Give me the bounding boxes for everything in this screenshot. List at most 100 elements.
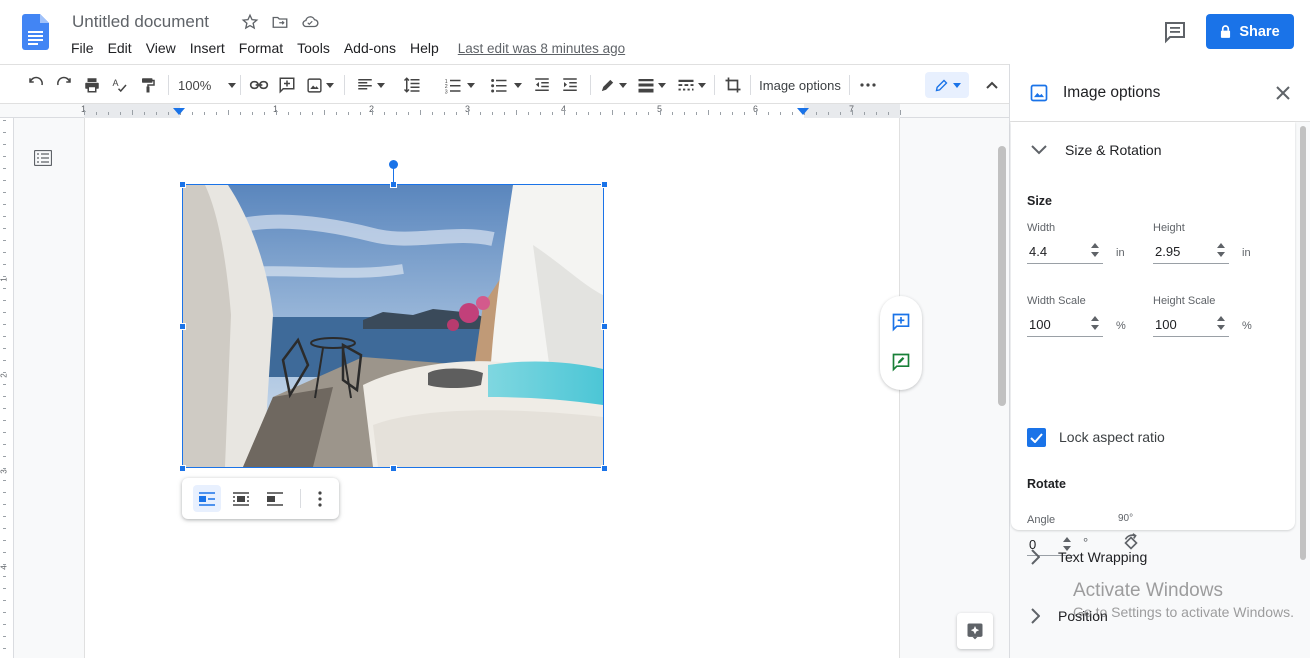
print-button[interactable] [80,73,104,97]
wrap-more-button[interactable] [306,485,334,512]
left-indent-marker[interactable] [173,108,185,115]
resize-handle-bottom-left[interactable] [179,465,186,472]
resize-handle-top-right[interactable] [601,181,608,188]
insert-link-button[interactable] [247,73,271,97]
resize-handle-left[interactable] [179,323,186,330]
ruler-tick [468,110,469,115]
border-weight-button[interactable] [635,73,667,97]
document-title[interactable]: Untitled document [72,12,209,32]
ruler-tick [696,112,697,115]
width-scale-label: Width Scale [1027,295,1086,307]
ruler-tick [540,112,541,115]
resize-handle-right[interactable] [601,323,608,330]
align-select[interactable] [354,73,386,97]
docs-logo-icon[interactable] [22,14,49,50]
vertical-ruler-tick [3,228,6,229]
zoom-select[interactable]: 100% [178,73,236,97]
vertical-ruler-tick [3,624,6,625]
menu-file[interactable]: File [64,38,101,58]
vertical-ruler[interactable]: 1 2 3 4 [0,118,14,658]
width-input[interactable]: 4.4 [1027,240,1103,264]
increase-indent-button[interactable] [558,73,582,97]
menu-addons[interactable]: Add-ons [337,38,403,58]
menu-edit[interactable]: Edit [101,38,139,58]
selected-image[interactable] [179,181,608,472]
add-comment-floating-button[interactable] [890,311,912,333]
right-indent-marker[interactable] [797,108,809,115]
spinner-icon[interactable] [1091,316,1099,330]
spinner-icon[interactable] [1217,243,1225,257]
break-text-button[interactable] [261,485,289,512]
menu-tools[interactable]: Tools [290,38,337,58]
decrease-indent-button[interactable] [530,73,554,97]
height-label: Height [1153,222,1185,234]
vertical-ruler-tick [3,444,6,445]
hide-menus-button[interactable] [982,73,1002,97]
numbered-list-button[interactable]: 123 [440,73,478,97]
move-folder-icon[interactable] [270,12,290,32]
editing-mode-select[interactable] [925,72,969,98]
horizontal-ruler[interactable]: 1 1 2 3 4 5 6 7 [0,104,1009,118]
resize-handle-top-left[interactable] [179,181,186,188]
text-wrapping-toggle[interactable]: Text Wrapping [1030,549,1147,565]
height-scale-input[interactable]: 100 [1153,313,1229,337]
ruler-tick [660,110,661,115]
vertical-ruler-tick [3,480,6,481]
suggest-edits-floating-button[interactable] [890,351,912,373]
svg-text:A: A [113,78,119,88]
text-wrapping-heading: Text Wrapping [1058,549,1148,565]
last-edit-link[interactable]: Last edit was 8 minutes ago [458,41,625,56]
panel-scrollbar[interactable] [1300,126,1306,560]
spellcheck-button[interactable]: A [108,73,132,97]
explore-button[interactable] [957,613,993,649]
dropdown-arrow-icon [657,82,666,88]
floating-comment-actions [880,296,922,390]
undo-button[interactable] [24,73,48,97]
vertical-ruler-tick [3,252,6,253]
crop-image-button[interactable] [721,73,745,97]
image-options-button[interactable]: Image options [756,73,844,97]
inline-text-icon [199,491,215,506]
resize-handle-bottom-right[interactable] [601,465,608,472]
paint-format-button[interactable] [136,73,160,97]
menu-help[interactable]: Help [403,38,446,58]
rotation-handle[interactable] [389,160,398,169]
cloud-status-icon[interactable] [300,12,320,32]
more-options-button[interactable] [856,73,880,97]
width-scale-input[interactable]: 100 [1027,313,1103,337]
share-button[interactable]: Share [1206,14,1294,49]
ruler-tick [900,110,901,115]
spinner-icon[interactable] [1217,316,1225,330]
menu-insert[interactable]: Insert [183,38,232,58]
spinner-icon[interactable] [1091,243,1099,257]
menu-format[interactable]: Format [232,38,290,58]
explore-star-icon [967,623,983,640]
lock-aspect-ratio-checkbox[interactable] [1027,428,1046,447]
line-spacing-button[interactable] [400,73,424,97]
star-icon[interactable] [240,12,260,32]
wrap-inline-button[interactable] [193,485,221,512]
vertical-ruler-tick [3,396,6,397]
close-icon[interactable] [1274,84,1292,102]
border-dash-button[interactable] [675,73,707,97]
border-color-button[interactable] [597,73,629,97]
redo-button[interactable] [52,73,76,97]
pencil-icon [935,79,947,91]
bulleted-list-button[interactable] [486,73,526,97]
wrap-text-button[interactable] [227,485,255,512]
ruler-tick [612,110,613,115]
height-input[interactable]: 2.95 [1153,240,1229,264]
document-scrollbar[interactable] [998,146,1006,406]
vertical-ruler-tick [3,264,6,265]
add-comment-button[interactable] [275,73,299,97]
insert-image-button[interactable] [303,73,337,97]
document-outline-icon[interactable] [34,150,52,166]
resize-handle-bottom[interactable] [390,465,397,472]
menu-view[interactable]: View [139,38,183,58]
comment-history-icon[interactable] [1162,20,1188,44]
dropdown-arrow-icon [619,82,627,88]
ruler-tick [336,112,337,115]
ruler-tick [204,112,205,115]
position-toggle[interactable]: Position [1030,608,1108,624]
size-rotation-toggle[interactable]: Size & Rotation [1031,142,1162,158]
